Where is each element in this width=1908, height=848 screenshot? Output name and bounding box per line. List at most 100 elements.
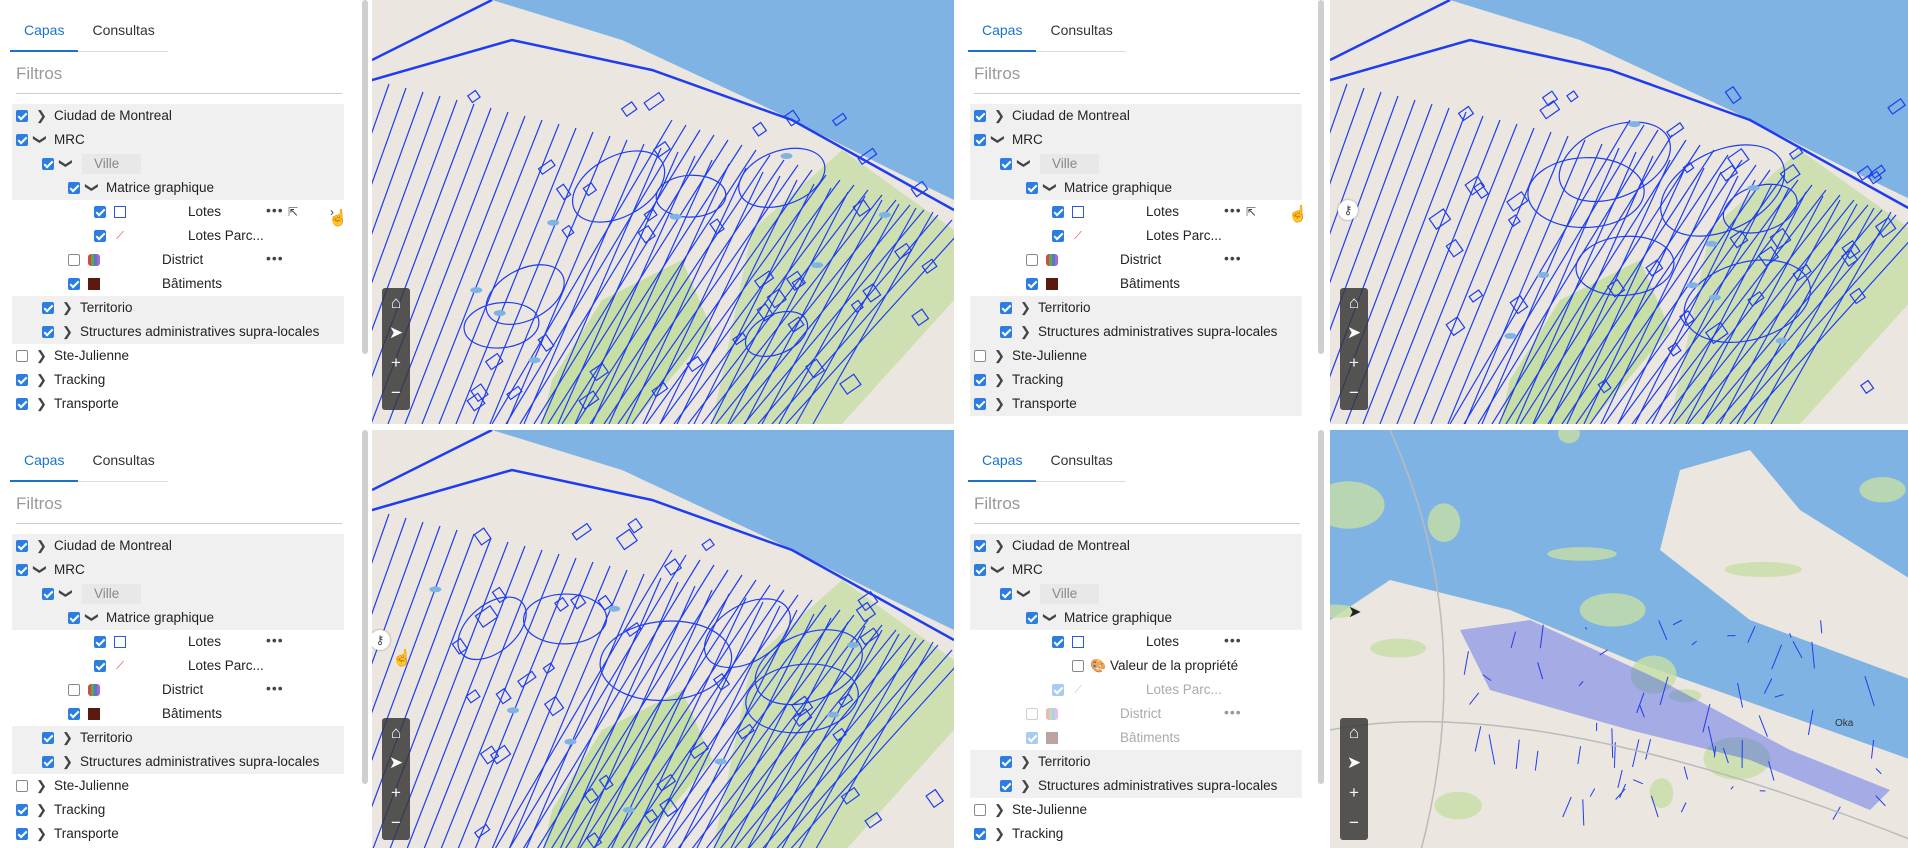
minus-icon[interactable]: −	[1340, 808, 1368, 838]
chevron-down-icon[interactable]: ❯	[80, 612, 104, 624]
layer-ciudad[interactable]: ❯ Ciudad de Montreal	[970, 534, 1302, 558]
layer-tracking[interactable]: ❯ Tracking	[970, 822, 1302, 846]
locate-icon[interactable]: ➤	[1340, 318, 1368, 348]
checkbox[interactable]	[16, 828, 28, 840]
map-canvas[interactable]	[372, 430, 954, 848]
checkbox[interactable]	[42, 158, 54, 170]
layer-mrc[interactable]: ❯ MRC	[970, 558, 1302, 582]
layer-structures[interactable]: ❯ Structures administratives supra-locale…	[970, 774, 1302, 798]
chevron-right-icon[interactable]: ❯	[36, 104, 48, 128]
map-view[interactable]: Oka ➤ ⌂ ➤ + −	[1330, 430, 1908, 848]
checkbox[interactable]	[16, 374, 28, 386]
filter-input[interactable]: Filtros	[974, 64, 1300, 94]
minus-icon[interactable]: −	[1340, 378, 1368, 408]
tab-consultas[interactable]: Consultas	[78, 10, 168, 52]
more-options-icon[interactable]: •••	[1224, 246, 1242, 270]
chevron-right-icon[interactable]: ❯	[36, 798, 48, 822]
layer-lotes[interactable]: Lotes ••• ⇱	[970, 200, 1302, 224]
checkbox[interactable]	[68, 708, 80, 720]
checkbox[interactable]	[16, 540, 28, 552]
checkbox[interactable]	[974, 374, 986, 386]
chevron-right-icon[interactable]: ❯	[36, 368, 48, 392]
more-options-icon[interactable]: •••	[266, 628, 284, 652]
layer-territorio[interactable]: ❯ Territorio	[970, 750, 1302, 774]
locate-icon[interactable]: ➤	[1340, 748, 1368, 778]
filter-input[interactable]: Filtros	[16, 494, 342, 524]
layer-mrc[interactable]: ❯ MRC	[12, 128, 344, 152]
more-options-icon[interactable]: •••	[266, 198, 284, 222]
more-options-icon[interactable]: •••	[1224, 628, 1242, 652]
chevron-right-icon[interactable]: ❯	[36, 534, 48, 558]
checkbox[interactable]	[1026, 732, 1038, 744]
checkbox[interactable]	[16, 350, 28, 362]
checkbox[interactable]	[94, 660, 106, 672]
scrollbar[interactable]	[1318, 430, 1324, 784]
chevron-right-icon[interactable]: ❯	[36, 344, 48, 368]
locate-icon[interactable]: ➤	[382, 318, 410, 348]
checkbox[interactable]	[1026, 182, 1038, 194]
chevron-down-icon[interactable]: ❯	[54, 158, 78, 170]
chevron-right-icon[interactable]: ❯	[994, 822, 1006, 846]
checkbox[interactable]	[42, 302, 54, 314]
layer-matrice[interactable]: ❯ Matrice graphique	[12, 176, 344, 200]
chevron-right-icon[interactable]: ❯	[994, 392, 1006, 416]
chevron-down-icon[interactable]: ❯	[28, 564, 52, 576]
layer-tracking[interactable]: ❯ Tracking	[970, 368, 1302, 392]
map-canvas[interactable]	[372, 0, 954, 424]
layer-lotes-parc[interactable]: ⟋ Lotes Parc...	[12, 224, 344, 248]
layer-lotes[interactable]: Lotes •••	[970, 630, 1302, 654]
checkbox[interactable]	[974, 398, 986, 410]
tab-consultas[interactable]: Consultas	[1036, 440, 1126, 482]
layer-lotes-parc[interactable]: ⟋ Lotes Parc...	[970, 678, 1302, 702]
layer-transporte[interactable]: ❯ Transporte	[12, 822, 344, 846]
checkbox[interactable]	[974, 134, 986, 146]
layer-ville[interactable]: ❯ Ville	[12, 582, 344, 606]
checkbox[interactable]	[1000, 326, 1012, 338]
tab-consultas[interactable]: Consultas	[78, 440, 168, 482]
layer-ville[interactable]: ❯ Ville	[12, 152, 344, 176]
home-icon[interactable]: ⌂	[1340, 288, 1368, 318]
chevron-right-icon[interactable]: ❯	[36, 774, 48, 798]
chevron-right-icon[interactable]: ❯	[1020, 320, 1032, 344]
checkbox[interactable]	[974, 828, 986, 840]
checkbox[interactable]	[1052, 684, 1064, 696]
layer-lotes-parc[interactable]: ⟋ Lotes Parc...	[12, 654, 344, 678]
chevron-right-icon[interactable]: ❯	[62, 750, 74, 774]
layer-territorio[interactable]: ❯ Territorio	[12, 726, 344, 750]
layer-ville[interactable]: ❯ Ville	[970, 152, 1302, 176]
layer-matrice[interactable]: ❯ Matrice graphique	[970, 176, 1302, 200]
chevron-right-icon[interactable]: ❯	[994, 798, 1006, 822]
filter-input[interactable]: Filtros	[974, 494, 1300, 524]
layer-valeur[interactable]: 🎨 Valeur de la propriété	[970, 654, 1302, 678]
more-options-icon[interactable]: •••	[266, 246, 284, 270]
chevron-right-icon[interactable]: ❯	[62, 296, 74, 320]
checkbox[interactable]	[974, 540, 986, 552]
checkbox[interactable]	[1026, 708, 1038, 720]
checkbox[interactable]	[68, 182, 80, 194]
checkbox[interactable]	[16, 780, 28, 792]
checkbox[interactable]	[94, 636, 106, 648]
chevron-right-icon[interactable]: ❯	[36, 822, 48, 846]
checkbox[interactable]	[1000, 780, 1012, 792]
checkbox[interactable]	[1000, 158, 1012, 170]
chevron-right-icon[interactable]: ❯	[1020, 296, 1032, 320]
checkbox[interactable]	[1026, 254, 1038, 266]
pin-icon[interactable]: ⇱	[288, 200, 298, 224]
checkbox[interactable]	[42, 588, 54, 600]
chevron-right-icon[interactable]: ❯	[1020, 774, 1032, 798]
checkbox[interactable]	[974, 564, 986, 576]
chevron-right-icon[interactable]: ❯	[36, 392, 48, 416]
more-options-icon[interactable]: •••	[1224, 700, 1242, 724]
layer-lotes-parc[interactable]: ⟋ Lotes Parc...	[970, 224, 1302, 248]
checkbox[interactable]	[974, 804, 986, 816]
layer-territorio[interactable]: ❯ Territorio	[12, 296, 344, 320]
layer-district[interactable]: District •••	[12, 678, 344, 702]
layer-matrice[interactable]: ❯ Matrice graphique	[970, 606, 1302, 630]
chevron-right-icon[interactable]: ❯	[62, 320, 74, 344]
chevron-down-icon[interactable]: ❯	[1038, 182, 1062, 194]
map-canvas[interactable]	[1330, 0, 1908, 424]
more-options-icon[interactable]: •••	[1224, 198, 1242, 222]
plus-icon[interactable]: +	[382, 778, 410, 808]
layer-ste-julienne[interactable]: ❯ Ste-Julienne	[12, 774, 344, 798]
layer-batiments[interactable]: Bâtiments	[970, 726, 1302, 750]
